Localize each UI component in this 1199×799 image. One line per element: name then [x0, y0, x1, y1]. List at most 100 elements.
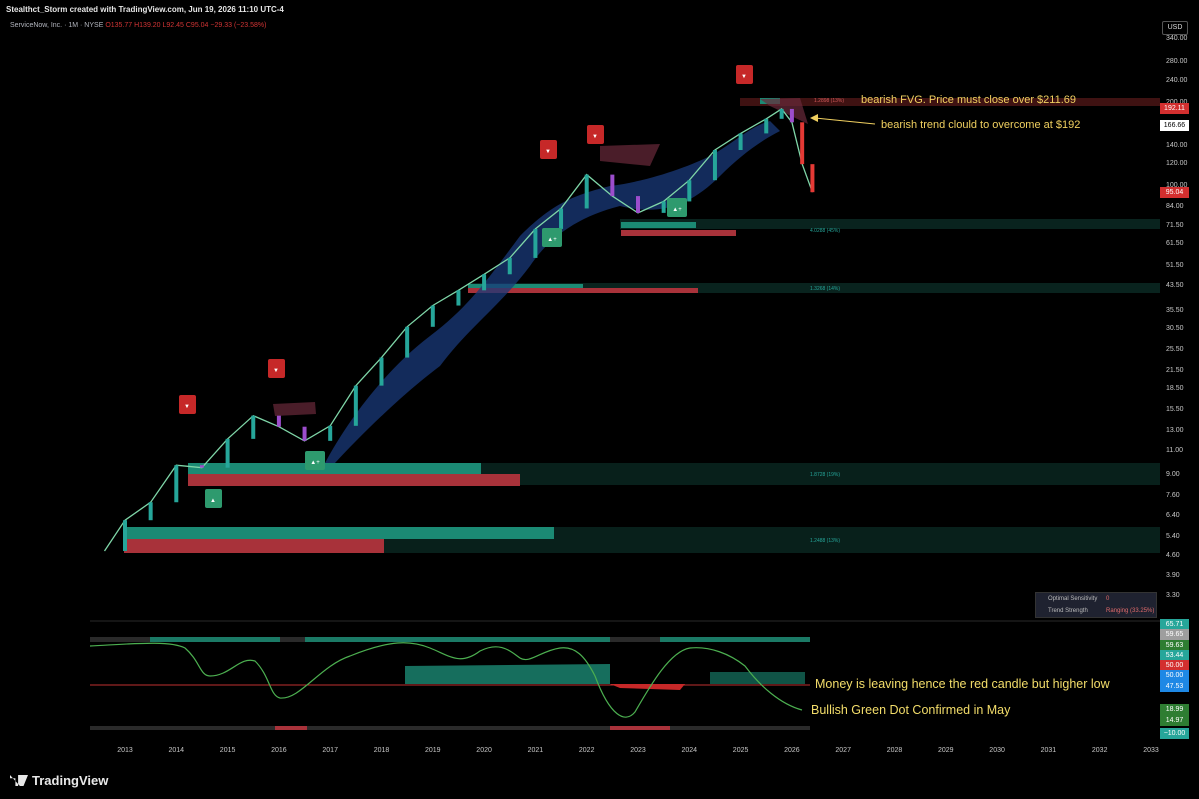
svg-text:▲+: ▲+	[547, 237, 557, 243]
candle	[800, 122, 805, 165]
currency-button[interactable]: USD	[1162, 21, 1188, 35]
time-tick-label: 2016	[271, 747, 287, 754]
oscillator-tag: 47.53	[1160, 681, 1189, 692]
candle	[712, 149, 717, 181]
time-tick-label: 2022	[578, 747, 595, 754]
price-tick-label: 9.00	[1166, 471, 1180, 479]
price-tick-label: 13.00	[1166, 427, 1184, 435]
candle	[251, 415, 256, 439]
candle	[302, 426, 307, 441]
candle	[764, 118, 769, 134]
oscillator-tag: 18.99	[1160, 704, 1189, 715]
time-tick-label: 2017	[322, 747, 338, 754]
time-tick-label: 2026	[784, 747, 800, 754]
time-tick-label: 2030	[989, 747, 1005, 754]
oscillator-tag: −10.00	[1160, 728, 1189, 739]
candle	[738, 133, 743, 150]
time-tick-label: 2027	[835, 747, 851, 754]
candle	[533, 228, 538, 258]
oscillator-tag: 14.97	[1160, 715, 1189, 726]
time-tick-label: 2013	[117, 747, 133, 754]
annotation-fvg: bearish FVG. Price must close over $211.…	[861, 94, 1077, 106]
bearish-cloud	[600, 144, 660, 166]
zone-label: 4.0288 (45%)	[810, 228, 840, 234]
candle	[610, 174, 615, 197]
candle	[789, 108, 794, 123]
price-tick-label: 7.60	[1166, 491, 1180, 499]
indicator-info-table: Optimal Sensitivity 0 Trend Strength Rangi…	[1035, 592, 1157, 618]
candle	[174, 465, 179, 503]
candle	[148, 502, 153, 521]
candle	[661, 201, 666, 213]
time-tick-label: 2028	[886, 747, 903, 754]
tradingview-logo-icon	[10, 775, 28, 786]
time-tick-label: 2023	[630, 747, 646, 754]
candle	[507, 257, 512, 275]
candle	[482, 274, 487, 291]
annotation-arrow	[814, 117, 876, 125]
annotation-money: Money is leaving hence the red candle bu…	[815, 677, 1110, 691]
zone-label: 1.8728 (19%)	[810, 472, 840, 478]
candle	[353, 385, 358, 426]
zones	[124, 98, 1160, 553]
svg-text:▲+: ▲+	[310, 460, 320, 466]
price-tick-label: 120.00	[1166, 160, 1188, 168]
candle	[328, 425, 333, 441]
chart-header: Stealthct_Storm created with TradingView…	[6, 5, 284, 14]
time-tick-label: 2031	[1040, 747, 1057, 754]
price-tick-label: 340.00	[1166, 35, 1188, 42]
candle	[584, 174, 589, 209]
time-tick-label: 2024	[681, 747, 698, 754]
price-tick-label: 61.50	[1166, 240, 1184, 248]
price-tick-label: 35.50	[1166, 306, 1184, 314]
price-tick-label: 11.00	[1166, 447, 1183, 455]
time-axis[interactable]: 2013 2014 2015 2016 2017 2018 2019 2020 2021 2022…	[0, 747, 1160, 761]
zone-labels: 1.2898 (13%) 4.0288 (45%) 1.3268 (14%) 1…	[810, 98, 844, 544]
candle	[199, 465, 204, 468]
price-tick-label: 4.60	[1166, 552, 1180, 560]
price-tick-label: 6.40	[1166, 512, 1180, 520]
time-tick-label: 2020	[476, 747, 492, 754]
svg-text:▼: ▼	[184, 404, 190, 410]
info-row-trend: Trend Strength Ranging (33.25%)	[1048, 608, 1155, 614]
time-tick-label: 2014	[168, 747, 185, 754]
zone-label: 1.2898 (13%)	[814, 98, 844, 104]
annotation-arrowhead	[810, 114, 818, 122]
time-tick-label: 2021	[527, 747, 544, 754]
price-tick-label: 30.50	[1166, 324, 1184, 332]
svg-text:▼: ▼	[592, 134, 598, 140]
price-tick-label: 140.00	[1166, 141, 1188, 149]
time-tick-label: 2029	[938, 747, 954, 754]
candle	[405, 326, 410, 358]
price-tick-label: 240.00	[1166, 76, 1188, 84]
price-tick-label: 18.50	[1166, 384, 1184, 392]
price-tick-label: 5.40	[1166, 532, 1180, 540]
candle	[430, 305, 435, 327]
time-tick-label: 2019	[425, 747, 441, 754]
candle	[687, 180, 692, 202]
price-chart[interactable]: 1.2898 (13%) 4.0288 (45%) 1.3268 (14%) 1…	[90, 36, 1160, 741]
symbol-legend: ServiceNow, Inc. · 1M · NYSE O135.77 H13…	[10, 22, 266, 29]
bearish-cloud-mid	[273, 402, 316, 416]
price-tag: 95.04	[1160, 187, 1189, 199]
price-tick-label: 15.50	[1166, 406, 1184, 414]
svg-text:▼: ▼	[273, 368, 279, 374]
time-tick-label: 2033	[1143, 747, 1159, 754]
candle	[379, 357, 384, 386]
zone-label: 1.3268 (14%)	[810, 286, 840, 292]
price-tick-label: 25.50	[1166, 346, 1184, 354]
svg-text:▲+: ▲+	[672, 207, 682, 213]
candle	[456, 290, 461, 306]
svg-text:▼: ▼	[741, 74, 747, 80]
price-tag: 192.11	[1160, 102, 1189, 114]
oscillator-tag: 50.00	[1160, 670, 1189, 681]
candle	[559, 208, 564, 229]
price-tick-label: 21.50	[1166, 366, 1184, 374]
price-tick-label: 43.50	[1166, 282, 1184, 290]
brand-footer[interactable]: TradingView	[10, 773, 108, 788]
price-tick-label: 51.50	[1166, 261, 1184, 269]
ohlc-values: O135.77 H139.20 L92.45 C95.04 −29.33 (−2…	[105, 22, 267, 29]
price-tick-label: 3.90	[1166, 571, 1180, 579]
price-tick-label: 3.30	[1166, 592, 1180, 599]
time-tick-label: 2018	[373, 747, 390, 754]
